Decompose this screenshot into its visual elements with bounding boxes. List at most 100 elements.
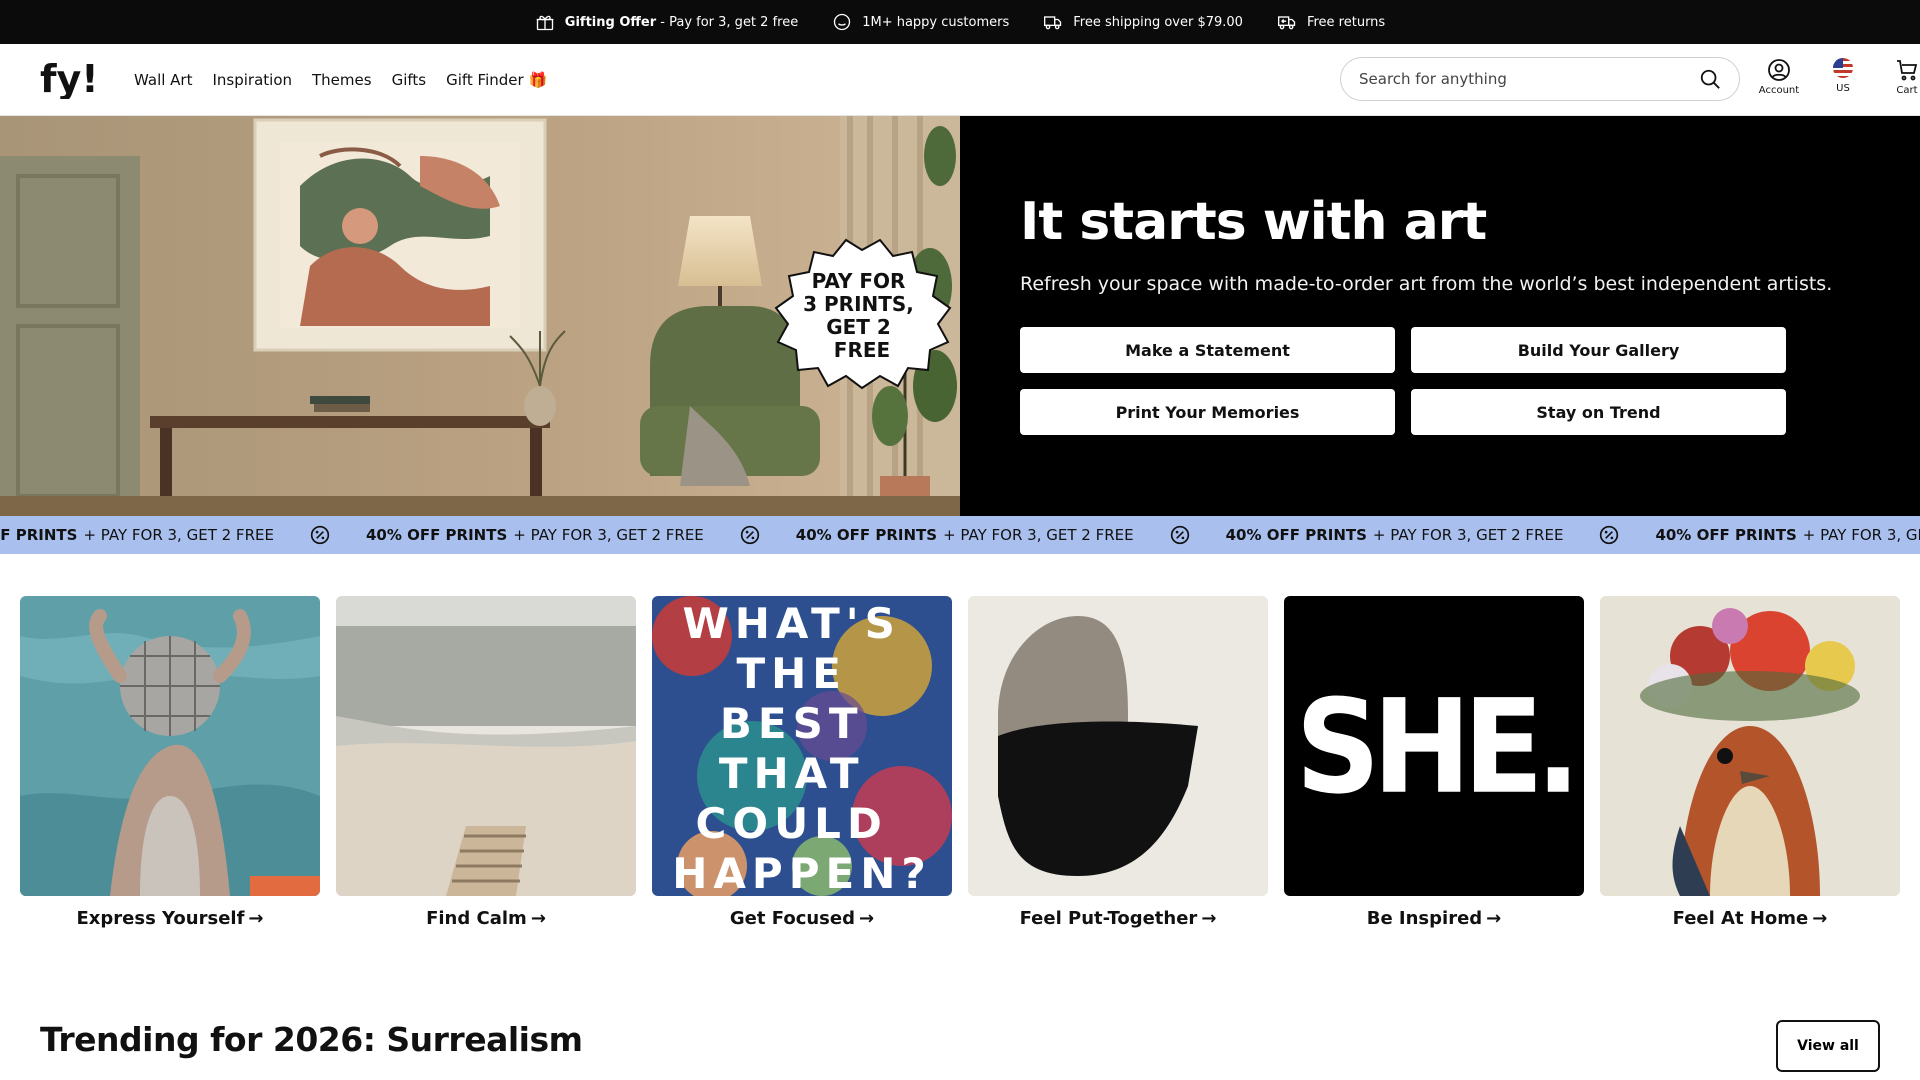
tile-image: WHAT'S THE BEST THAT COULD HAPPEN? xyxy=(652,596,952,896)
free-returns: Free returns xyxy=(1277,12,1385,32)
arrow-right-icon: → xyxy=(248,908,264,929)
badge-line-1: PAY FOR xyxy=(812,269,906,293)
hero-image[interactable]: PAY FOR 3 PRINTS, GET 2 FREE xyxy=(0,116,960,516)
tile-label: Feel Put-Together → xyxy=(968,908,1268,929)
truck-icon xyxy=(1044,16,1062,30)
tile-label-text: Express Yourself xyxy=(76,908,245,929)
tile-label: Get Focused → xyxy=(652,908,952,929)
stay-on-trend-button[interactable]: Stay on Trend xyxy=(1411,389,1786,435)
free-shipping: Free shipping over $79.00 xyxy=(1043,12,1243,32)
marquee-item-text: + PAY FOR 3, GET 2 FREE xyxy=(513,526,704,544)
arrow-right-icon: → xyxy=(858,908,875,929)
tile-label-text: Get Focused xyxy=(729,908,855,929)
tile-image xyxy=(1600,596,1900,896)
tile-label: Be Inspired → xyxy=(1284,908,1584,929)
whats-the-best-art: WHAT'S THE BEST THAT COULD HAPPEN? xyxy=(652,596,952,896)
account-button[interactable]: Account xyxy=(1756,58,1802,96)
percent-badge-icon xyxy=(740,525,759,545)
art-line-1: WHAT'S xyxy=(682,599,900,648)
cart-button[interactable]: Cart xyxy=(1884,58,1920,96)
badge-line-3: GET 2 xyxy=(826,315,891,339)
hero-subtitle: Refresh your space with made-to-order ar… xyxy=(1020,273,1833,295)
tile-image xyxy=(336,596,636,896)
tile-feel-put-together[interactable]: Feel Put-Together → xyxy=(968,596,1268,929)
main-nav: Wall Art Inspiration Themes Gifts Gift F… xyxy=(134,71,547,89)
print-your-memories-button[interactable]: Print Your Memories xyxy=(1020,389,1395,435)
arrow-right-icon: → xyxy=(530,908,546,929)
bird-with-flowers-art xyxy=(1600,596,1900,896)
tile-feel-at-home[interactable]: Feel At Home → xyxy=(1600,596,1900,929)
make-a-statement-button[interactable]: Make a Statement xyxy=(1020,327,1395,373)
art-line-6: HAPPEN? xyxy=(672,849,931,896)
tile-label: Feel At Home → xyxy=(1600,908,1900,929)
art-line-2: THE xyxy=(736,649,847,698)
gifting-offer-text: - Pay for 3, get 2 free xyxy=(656,14,799,30)
smile-icon xyxy=(834,13,851,31)
gift-icon xyxy=(536,15,554,31)
hero-content: It starts with art Refresh your space wi… xyxy=(960,116,1920,516)
marquee-item-partial-bold: FF PRINTS xyxy=(0,526,78,544)
marquee-item-text: + PAY FOR 3, GET 2 FREE xyxy=(83,526,274,544)
marquee-item: 40% OFF PRINTS + PAY FOR 3, GET 2 FREE xyxy=(366,525,796,545)
marquee-item-bold: 40% OFF PRINTS xyxy=(1225,526,1367,544)
beach-art xyxy=(336,596,636,896)
she-typography-art: SHE. xyxy=(1284,596,1584,896)
tile-label: Find Calm → xyxy=(336,908,636,929)
marquee-item-text: + PAY FOR 3, GET 2 FREE xyxy=(943,526,1134,544)
tile-find-calm[interactable]: Find Calm → xyxy=(336,596,636,929)
cart-icon xyxy=(1897,60,1918,81)
marquee-track: FF PRINTS + PAY FOR 3, GET 2 FREE 40% OFF… xyxy=(0,516,1920,554)
tile-label-text: Feel Put-Together xyxy=(1019,908,1198,929)
view-all-button[interactable]: View all xyxy=(1776,1020,1880,1072)
cart-label: Cart xyxy=(1896,85,1918,96)
region-button[interactable]: US xyxy=(1820,58,1866,96)
marquee-item: FF PRINTS + PAY FOR 3, GET 2 FREE xyxy=(0,525,366,545)
hero-title: It starts with art xyxy=(1020,192,1487,252)
marquee-item-text: + PAY FOR 3, GET 2 FREE xyxy=(1372,526,1564,544)
fy-logo[interactable]: fy! xyxy=(40,60,114,100)
region-label: US xyxy=(1836,83,1850,94)
tile-label-text: Feel At Home xyxy=(1672,908,1809,929)
account-label: Account xyxy=(1758,85,1800,96)
search-icon[interactable] xyxy=(1699,68,1721,90)
return-truck-icon xyxy=(1277,16,1296,30)
art-line-5: COULD xyxy=(696,799,888,848)
badge-line-4: FREE xyxy=(834,338,890,362)
free-shipping-text: Free shipping over $79.00 xyxy=(1073,14,1243,30)
announcement-bar: Gifting Offer - Pay for 3, get 2 free 1M… xyxy=(0,0,1920,44)
tile-label: Express Yourself → xyxy=(20,908,320,929)
build-your-gallery-button[interactable]: Build Your Gallery xyxy=(1411,327,1786,373)
marquee-item-text: + PAY FOR 3, GET 2 FREE xyxy=(1802,526,1920,544)
promo-marquee: FF PRINTS + PAY FOR 3, GET 2 FREE 40% OFF… xyxy=(0,516,1920,554)
she-text: SHE. xyxy=(1295,673,1572,824)
marquee-item-bold: 40% OFF PRINTS xyxy=(365,526,508,544)
abstract-shapes-art xyxy=(968,596,1268,896)
percent-badge-icon xyxy=(1600,525,1619,545)
trending-heading: Trending for 2026: Surrealism xyxy=(40,1020,583,1059)
tile-get-focused[interactable]: WHAT'S THE BEST THAT COULD HAPPEN? Get F… xyxy=(652,596,952,929)
site-header: fy! Wall Art Inspiration Themes Gifts Gi… xyxy=(0,44,1920,116)
percent-badge-icon xyxy=(1170,525,1189,545)
nav-themes[interactable]: Themes xyxy=(312,71,372,89)
gifting-offer[interactable]: Gifting Offer - Pay for 3, get 2 free xyxy=(535,12,798,32)
happy-customers-text: 1M+ happy customers xyxy=(862,14,1010,30)
tile-image xyxy=(20,596,320,896)
nav-gifts[interactable]: Gifts xyxy=(392,71,427,89)
tile-be-inspired[interactable]: SHE. Be Inspired → xyxy=(1284,596,1584,929)
marquee-item: 40% OFF PRINTS + PAY FOR 3, GET 2 FREE xyxy=(796,525,1226,545)
badge-line-2: 3 PRINTS, xyxy=(803,292,914,316)
disco-ball-pool-art xyxy=(20,596,320,896)
marquee-item-bold: 40% OFF PRINTS xyxy=(795,526,938,544)
arrow-right-icon: → xyxy=(1486,908,1502,929)
art-line-3: BEST xyxy=(720,699,864,748)
marquee-item: 40% OFF PRINTS + PAY FOR 3, GET 2 FREE xyxy=(1226,525,1656,545)
search-input[interactable] xyxy=(1359,70,1699,88)
hero-section: PAY FOR 3 PRINTS, GET 2 FREE It starts w… xyxy=(0,116,1920,516)
free-returns-text: Free returns xyxy=(1306,14,1386,30)
user-icon xyxy=(1768,59,1790,81)
tile-express-yourself[interactable]: Express Yourself → xyxy=(20,596,320,929)
nav-wall-art[interactable]: Wall Art xyxy=(134,71,192,89)
tile-image xyxy=(968,596,1268,896)
nav-gift-finder[interactable]: Gift Finder 🎁 xyxy=(446,71,547,89)
nav-inspiration[interactable]: Inspiration xyxy=(212,71,292,89)
